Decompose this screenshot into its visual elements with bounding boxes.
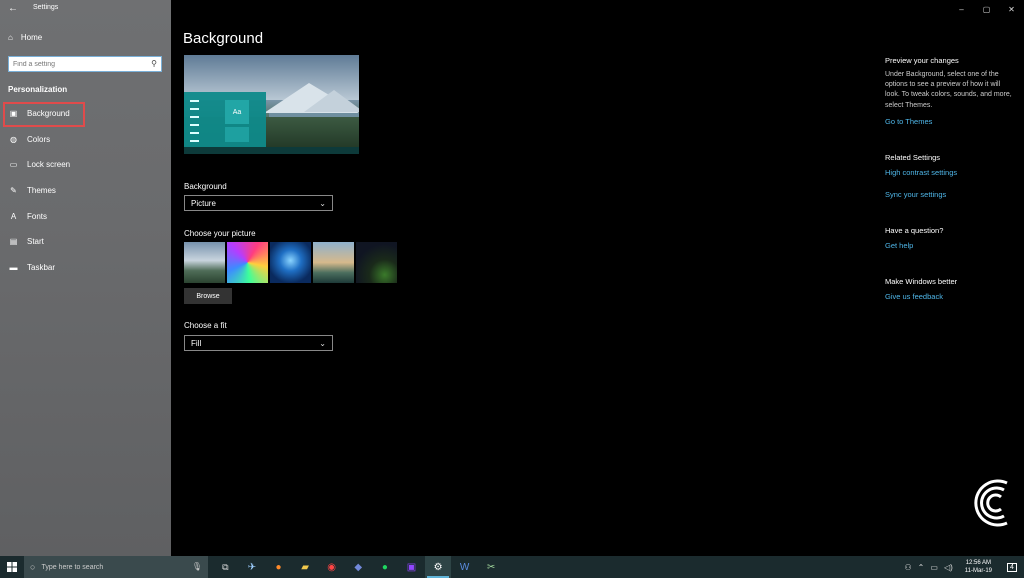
fit-dropdown-value: Fill [191, 338, 202, 348]
maximize-button[interactable]: ▢ [974, 0, 999, 18]
sync-settings-link[interactable]: Sync your settings [885, 190, 946, 199]
main-panel: – ▢ ✕ Background Aa Background Picture ⌄… [171, 0, 1024, 556]
nav-list: ▣ Background ◍ Colors ▭ Lock screen ✎ Th… [0, 101, 171, 280]
taskbar-search-placeholder: Type here to search [41, 563, 104, 571]
window-controls: – ▢ ✕ [949, 0, 1024, 18]
steam-icon[interactable]: ✈ [239, 556, 266, 578]
background-preview: Aa [184, 55, 359, 154]
section-label: Personalization [8, 85, 68, 94]
picture-thumbnail-beach[interactable] [313, 242, 354, 283]
discord-icon[interactable]: ◆ [345, 556, 372, 578]
go-to-themes-link[interactable]: Go to Themes [885, 117, 932, 126]
sidebar-item-taskbar[interactable]: ▬ Taskbar [0, 255, 171, 281]
nav-home[interactable]: ⌂ Home [8, 33, 42, 42]
file-explorer-icon[interactable]: ▰ [292, 556, 319, 578]
palette-icon: ◍ [10, 134, 17, 144]
question-heading: Have a question? [885, 226, 944, 235]
high-contrast-link[interactable]: High contrast settings [885, 168, 957, 177]
sidebar-item-colors[interactable]: ◍ Colors [0, 127, 171, 153]
taskbar-apps: ⧉ ✈ ● ▰ ◉ ◆ ● ▣ ⚙ W ✂ [212, 556, 505, 578]
app-title: Settings [33, 4, 59, 11]
start-icon: ▤ [9, 237, 18, 247]
picture-thumbnails [184, 242, 397, 283]
search-input[interactable] [9, 57, 145, 71]
sidebar-item-lock-screen[interactable]: ▭ Lock screen [0, 152, 171, 178]
search-box[interactable]: ⚲ [8, 56, 162, 72]
preview-description: Under Background, select one of the opti… [885, 71, 1012, 109]
background-dropdown-value: Picture [191, 198, 216, 208]
network-icon[interactable]: ▭ [930, 563, 938, 572]
sidebar-item-label: Colors [27, 134, 51, 144]
picture-thumbnail-mountains[interactable] [184, 242, 225, 283]
chevron-down-icon: ⌄ [319, 338, 326, 348]
windows-logo-icon [7, 562, 17, 572]
home-label: Home [20, 33, 43, 42]
cortana-icon: ○ [30, 562, 36, 572]
system-tray: ⚇ ⌃ ▭ ◁) 12:56 AM 11-Mar-19 4 [905, 556, 1024, 578]
taskbar-search-box[interactable]: ○ Type here to search 🎙 [24, 556, 208, 578]
page-title: Background [183, 30, 264, 47]
snipping-tool-icon[interactable]: ✂ [478, 556, 505, 578]
brush-icon: ✎ [10, 186, 17, 196]
clock-date: 11-Mar-19 [964, 568, 992, 574]
picture-thumbnail-windows[interactable] [270, 242, 311, 283]
feedback-link[interactable]: Give us feedback [885, 292, 943, 301]
picture-thumbnail-night[interactable] [356, 242, 397, 283]
settings-taskbar-icon[interactable]: ⚙ [424, 556, 452, 578]
minimize-button[interactable]: – [949, 0, 974, 18]
task-view-icon[interactable]: ⧉ [212, 556, 239, 578]
volume-icon[interactable]: ◁) [944, 563, 953, 572]
related-settings-heading: Related Settings [885, 153, 941, 162]
home-icon: ⌂ [8, 33, 13, 42]
microphone-icon[interactable]: 🎙 [192, 562, 202, 571]
sidebar-item-label: Themes [27, 186, 56, 196]
highlight-box [3, 102, 85, 127]
windows-start-button[interactable] [0, 556, 24, 578]
back-arrow-icon[interactable]: ← [8, 3, 18, 14]
search-icon[interactable]: ⚲ [151, 59, 157, 68]
sidebar-item-fonts[interactable]: A Fonts [0, 203, 171, 229]
choose-fit-label: Choose a fit [184, 321, 227, 330]
sidebar-item-label: Start [27, 237, 44, 247]
sidebar-item-start[interactable]: ▤ Start [0, 229, 171, 255]
browse-button[interactable]: Browse [184, 288, 232, 304]
clock[interactable]: 12:56 AM 11-Mar-19 [965, 559, 992, 575]
chevron-down-icon: ⌄ [319, 198, 326, 208]
firefox-icon[interactable]: ● [265, 556, 292, 578]
sidebar-item-label: Taskbar [27, 262, 56, 272]
sidebar-item-themes[interactable]: ✎ Themes [0, 178, 171, 204]
word-icon[interactable]: W [451, 556, 478, 578]
picture-thumbnail-abstract[interactable] [227, 242, 268, 283]
chevron-up-icon[interactable]: ⌃ [918, 563, 925, 572]
sidebar: ← Settings ⌂ Home ⚲ Personalization ▣ Ba… [0, 0, 171, 556]
spotify-icon[interactable]: ● [372, 556, 399, 578]
preview-tile: Aa [225, 100, 249, 124]
choose-picture-label: Choose your picture [184, 229, 256, 238]
preview-heading: Preview your changes [885, 56, 959, 65]
action-center-icon[interactable]: 4 [1004, 556, 1020, 578]
fit-dropdown[interactable]: Fill ⌄ [184, 335, 333, 351]
font-icon: A [10, 211, 17, 221]
taskbar: ○ Type here to search 🎙 ⧉ ✈ ● ▰ ◉ ◆ ● ▣ … [0, 556, 1024, 578]
close-button[interactable]: ✕ [999, 0, 1024, 18]
taskbar-icon: ▬ [9, 262, 18, 272]
background-label: Background [184, 182, 227, 191]
sidebar-item-label: Fonts [27, 211, 48, 221]
watermark-logo [974, 479, 1008, 527]
settings-screen: ← Settings ⌂ Home ⚲ Personalization ▣ Ba… [0, 0, 1024, 578]
sidebar-item-background[interactable]: ▣ Background [0, 101, 171, 127]
background-dropdown[interactable]: Picture ⌄ [184, 195, 333, 211]
people-icon[interactable]: ⚇ [905, 563, 912, 572]
clock-time: 12:56 AM [965, 560, 992, 566]
sidebar-item-label: Lock screen [27, 160, 71, 170]
windows-better-heading: Make Windows better [885, 277, 958, 286]
lock-screen-icon: ▭ [9, 160, 18, 170]
get-help-link[interactable]: Get help [885, 241, 913, 250]
twitch-icon[interactable]: ▣ [398, 556, 425, 578]
notification-count: 4 [1007, 562, 1017, 572]
chrome-icon[interactable]: ◉ [318, 556, 345, 578]
